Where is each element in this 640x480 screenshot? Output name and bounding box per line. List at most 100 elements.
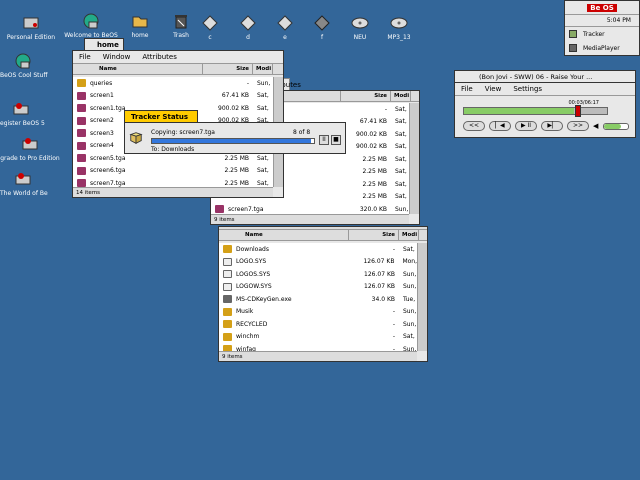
vertical-scrollbar[interactable] xyxy=(417,243,427,351)
file-name: LOGO.SYS xyxy=(236,258,267,266)
file-modified: Sat, xyxy=(257,92,269,100)
column-size[interactable]: Size xyxy=(203,64,253,74)
desktop-icon-neu[interactable]: NEU xyxy=(347,14,373,41)
desktop-icon-trash[interactable]: Trash xyxy=(166,12,196,39)
file-name: screen7.tga xyxy=(228,205,264,213)
rewind-button[interactable]: << xyxy=(463,121,485,131)
register-icon xyxy=(22,138,38,150)
drive-icon xyxy=(314,15,330,31)
deskbar-item-label: MediaPlayer xyxy=(583,44,620,52)
column-modified[interactable]: Modi xyxy=(391,91,411,101)
globe-icon xyxy=(83,13,99,29)
stop-button[interactable]: ■ xyxy=(331,135,341,145)
desktop-icon-drive-e[interactable]: e xyxy=(273,14,297,41)
list-item[interactable]: Musik - Sun, xyxy=(219,305,417,318)
drive-icon xyxy=(240,15,256,31)
column-name[interactable]: Name xyxy=(73,64,203,74)
desktop-icon-home[interactable]: home xyxy=(125,12,155,39)
window-tab-home[interactable]: home xyxy=(84,38,124,50)
item-count: 9 items xyxy=(222,353,243,360)
column-size[interactable]: Size xyxy=(341,91,391,101)
menu-view[interactable]: View xyxy=(485,85,502,93)
tracker-icon xyxy=(569,30,577,38)
menu-settings[interactable]: Settings xyxy=(513,85,542,93)
play-pause-button[interactable]: ▶ II xyxy=(515,121,537,131)
list-item[interactable]: screen6.tga 2.25 MB Sat, xyxy=(73,164,273,177)
vertical-scrollbar[interactable] xyxy=(409,103,419,214)
file-icon xyxy=(223,257,232,266)
list-item[interactable]: queries - Sun, xyxy=(73,77,273,90)
list-item[interactable]: RECYCLED - Sun, xyxy=(219,318,417,331)
deskbar-clock[interactable]: 5:04 PM xyxy=(565,15,639,27)
column-size[interactable]: Size xyxy=(349,230,399,240)
menu-attributes[interactable]: Attributes xyxy=(142,53,177,61)
desktop-icon-drive-c[interactable]: c xyxy=(198,14,222,41)
column-label: Size xyxy=(236,66,249,72)
desktop-icon-mp3[interactable]: MP3_13 xyxy=(384,14,414,41)
prev-button[interactable]: ▏◀ xyxy=(489,121,511,131)
status-bar: 14 items xyxy=(73,187,273,197)
list-item[interactable]: LOGOW.SYS 126.07 KB Sun, xyxy=(219,280,417,293)
copy-progress-fill xyxy=(152,139,311,143)
file-size: 2.25 MB xyxy=(362,180,387,188)
list-item[interactable]: LOGOS.SYS 126.07 KB Sun, xyxy=(219,268,417,281)
desktop-icon-drive-f[interactable]: f xyxy=(310,14,334,41)
desktop-icon-register[interactable]: egister BeOS 5 xyxy=(0,100,45,127)
file-modified: Sun, xyxy=(257,79,271,87)
column-modified[interactable]: Modi xyxy=(399,230,419,240)
pause-button[interactable]: II xyxy=(319,135,329,145)
tracker-status-window: Copying: screen7.tga 8 of 8 To: Download… xyxy=(124,122,346,154)
list-item-name: screen5.tga xyxy=(73,154,203,163)
list-item-name: MS-CDKeyGen.exe xyxy=(219,295,349,304)
media-player-tab[interactable]: (Bon Jovi - SWW) 06 - Raise Your ... xyxy=(454,70,636,82)
item-count: 9 items xyxy=(214,216,235,223)
file-size: - xyxy=(246,79,249,87)
media-player-window: File View Settings 00:03/06:17 << ▏◀ ▶ I… xyxy=(454,82,636,138)
file-name: RECYCLED xyxy=(236,320,268,328)
be-menu-button[interactable]: Be OS xyxy=(565,1,639,15)
desktop-icon-label: NEU xyxy=(353,34,367,41)
trash-icon xyxy=(175,15,187,29)
menu-window[interactable]: Window xyxy=(103,53,131,61)
fast-forward-button[interactable]: >> xyxy=(567,121,589,131)
list-item[interactable]: screen1 67.41 KB Sat, xyxy=(73,89,273,102)
list-item-name: LOGOW.SYS xyxy=(219,282,349,291)
file-icon xyxy=(77,129,86,138)
file-size: - xyxy=(392,333,395,341)
seek-slider[interactable] xyxy=(463,107,608,115)
desktop-icon-personal-edition[interactable]: Personal Edition xyxy=(6,14,56,41)
list-item[interactable]: winchm - Sat, xyxy=(219,330,417,343)
copying-text: Copying: screen7.tga xyxy=(151,129,215,136)
list-item[interactable]: MS-CDKeyGen.exe 34.0 KB Tue, xyxy=(219,293,417,306)
list-item[interactable]: Downloads - Sat, xyxy=(219,243,417,256)
file-name: screen4 xyxy=(90,142,114,150)
volume-fill xyxy=(604,124,621,129)
deskbar-item-mediaplayer[interactable]: MediaPlayer xyxy=(565,41,639,55)
file-list: Downloads - Sat, LOGO.SYS 126.07 KB Mon, LOGOS… xyxy=(219,243,417,356)
file-size: 126.07 KB xyxy=(364,270,395,278)
menu-file[interactable]: File xyxy=(461,85,473,93)
next-button[interactable]: ▶▏ xyxy=(541,121,563,131)
desktop-icon-cool-stuff[interactable]: BeOS Cool Stuff xyxy=(0,52,48,79)
seek-handle[interactable] xyxy=(574,105,581,117)
desktop-icon-drive-d[interactable]: d xyxy=(236,14,260,41)
file-modified: Sat, xyxy=(395,118,407,126)
file-icon xyxy=(223,270,232,279)
menu-file[interactable]: File xyxy=(79,53,91,61)
column-name[interactable]: Name xyxy=(219,230,349,240)
column-modified[interactable]: Modi xyxy=(253,64,273,74)
list-item[interactable]: LOGO.SYS 126.07 KB Mon, xyxy=(219,255,417,268)
deskbar-item-tracker[interactable]: Tracker xyxy=(565,27,639,41)
list-item-name: winchm xyxy=(219,332,349,341)
file-modified: Sat, xyxy=(257,179,269,187)
column-label: Size xyxy=(374,93,387,99)
desktop-icon-world-of-be[interactable]: The World of Be xyxy=(0,170,48,197)
file-modified: Sat, xyxy=(395,193,407,201)
volume-slider[interactable] xyxy=(603,123,629,130)
tracker-status-tab[interactable]: Tracker Status xyxy=(124,110,198,122)
menu-bar: File View Settings xyxy=(455,83,635,96)
desktop-icon-welcome[interactable]: Welcome to BeOS xyxy=(64,12,118,39)
desktop-icon-upgrade[interactable]: grade to Pro Edition xyxy=(0,135,60,162)
desktop-icon-label: BeOS Cool Stuff xyxy=(0,72,48,79)
drive-icon xyxy=(277,15,293,31)
